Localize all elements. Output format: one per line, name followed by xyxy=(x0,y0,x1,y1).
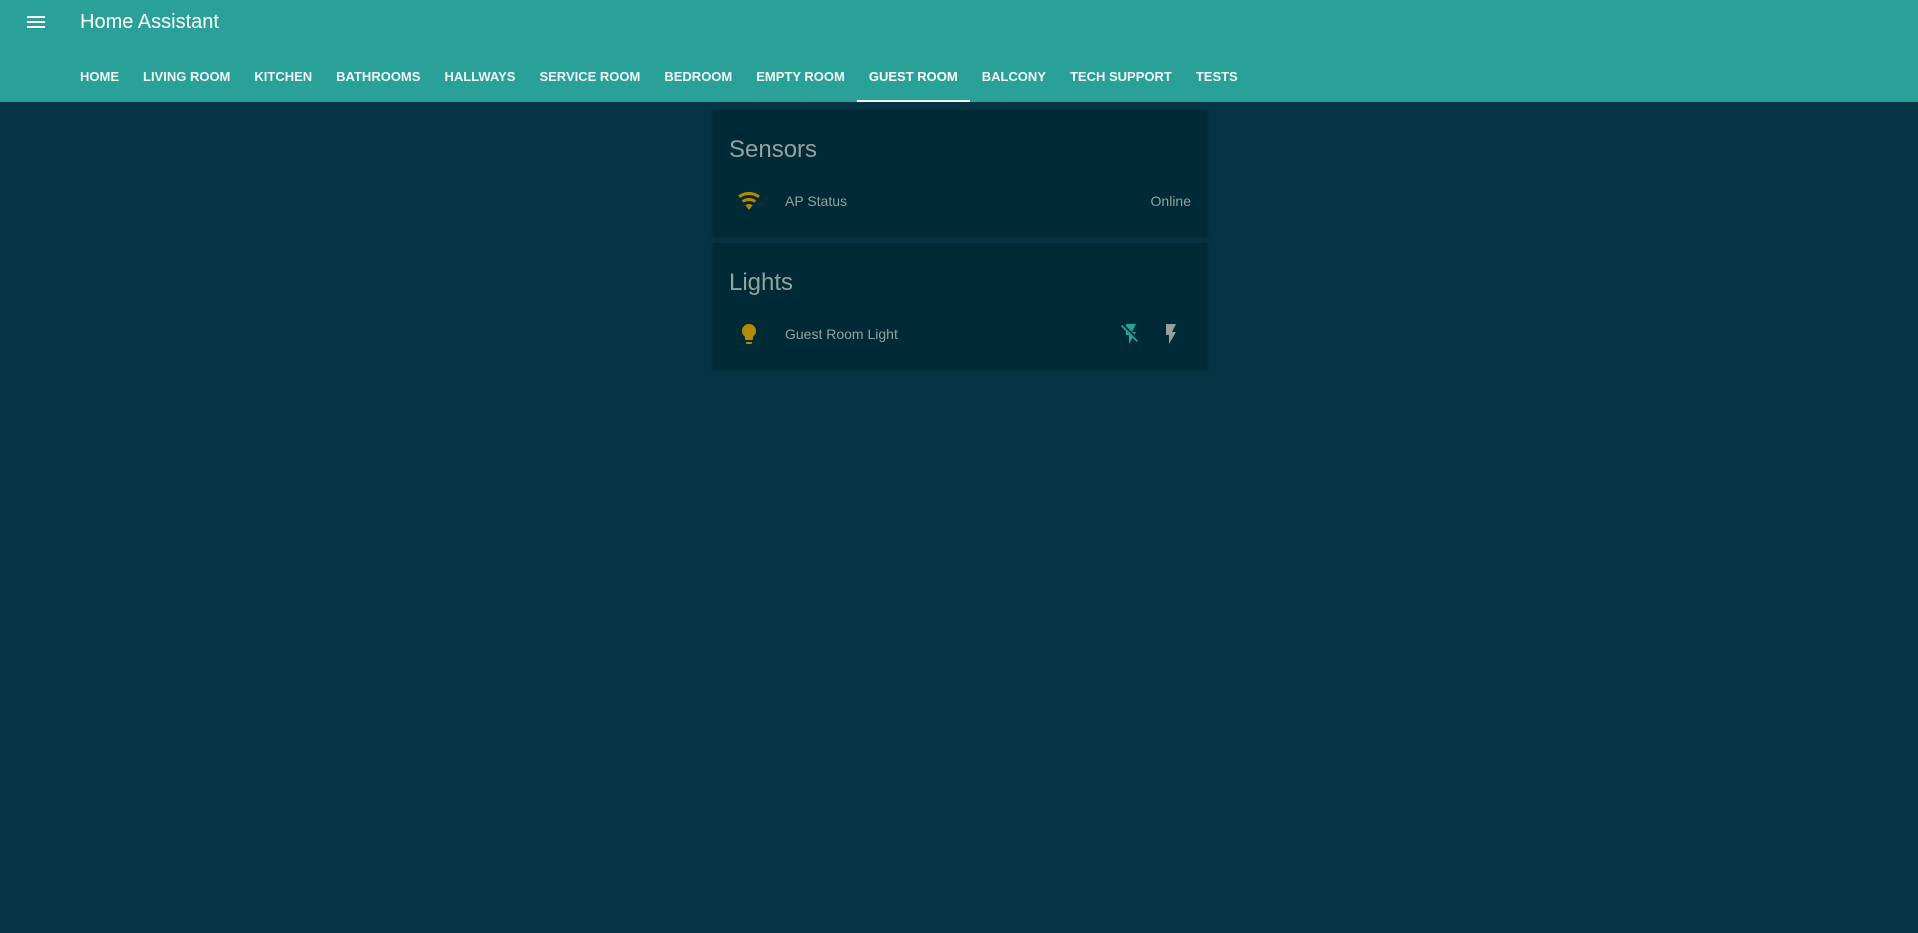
view-tabs: HOME LIVING ROOM KITCHEN BATHROOMS HALLW… xyxy=(68,54,1250,102)
lights-card-title: Lights xyxy=(729,269,794,296)
tab-service-room[interactable]: SERVICE ROOM xyxy=(527,54,652,102)
flash-off-icon xyxy=(1121,324,1138,344)
app-title: Home Assistant xyxy=(80,11,219,33)
flash-icon xyxy=(1166,324,1176,344)
tab-kitchen[interactable]: KITCHEN xyxy=(242,54,324,102)
tab-empty-room[interactable]: EMPTY ROOM xyxy=(744,54,857,102)
tab-hallways[interactable]: HALLWAYS xyxy=(432,54,527,102)
entity-state: Online xyxy=(1150,193,1191,209)
lights-card: Lights Guest Room Light xyxy=(713,243,1207,369)
turn-on-button[interactable] xyxy=(1151,314,1191,354)
app-header: Home Assistant HOME LIVING ROOM KITCHEN … xyxy=(0,0,1918,102)
tab-guest-room[interactable]: GUEST ROOM xyxy=(856,54,970,102)
sensors-card: Sensors AP Status Online xyxy=(713,110,1207,236)
lightbulb-icon xyxy=(729,314,769,354)
tab-tech-support[interactable]: TECH SUPPORT xyxy=(1058,54,1184,102)
turn-off-button[interactable] xyxy=(1111,314,1151,354)
tab-tests[interactable]: TESTS xyxy=(1184,54,1250,102)
tab-bathrooms[interactable]: BATHROOMS xyxy=(324,54,432,102)
entity-row-guest-room-light[interactable]: Guest Room Light xyxy=(729,309,1191,359)
tab-living-room[interactable]: LIVING ROOM xyxy=(131,54,242,102)
entity-row-ap-status[interactable]: AP Status Online xyxy=(729,176,1191,226)
sensors-card-title: Sensors xyxy=(729,136,818,163)
tab-bedroom[interactable]: BEDROOM xyxy=(652,54,744,102)
menu-icon xyxy=(27,16,45,28)
tab-home[interactable]: HOME xyxy=(68,54,131,102)
tab-balcony[interactable]: BALCONY xyxy=(970,54,1058,102)
wifi-icon xyxy=(729,181,769,221)
entity-name: Guest Room Light xyxy=(785,326,898,342)
entity-name: AP Status xyxy=(785,193,848,209)
menu-button[interactable] xyxy=(24,10,48,34)
cards-column: Sensors AP Status Online Lights Guest Ro… xyxy=(713,110,1207,376)
